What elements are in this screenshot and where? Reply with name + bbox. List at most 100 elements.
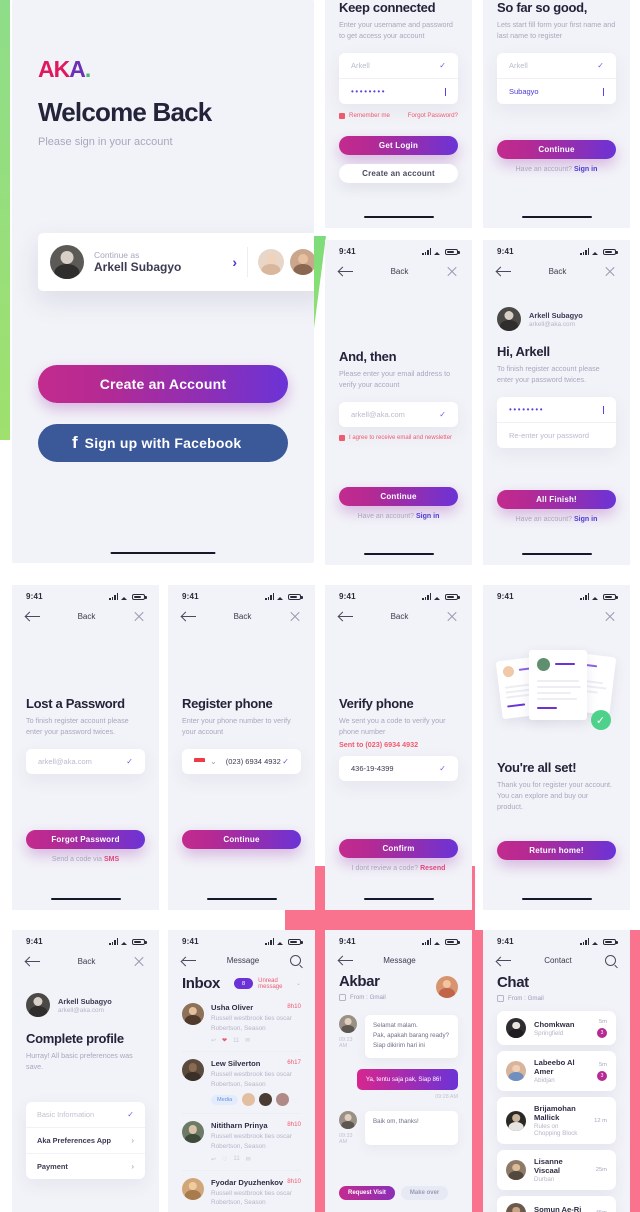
list-item[interactable]: Lew Silverton 6h17 Russell westbrook tie… — [182, 1051, 301, 1113]
username-input[interactable]: Arkell ✓ — [339, 53, 458, 78]
wifi-icon — [434, 248, 442, 255]
email-card: arkell@aka.com ✓ — [26, 749, 145, 775]
heart-icon[interactable]: ♡ — [222, 1156, 227, 1163]
create-account-button[interactable]: Create an Account — [38, 365, 288, 403]
unread-count-badge: 8 — [234, 978, 254, 989]
reply-icon[interactable]: ↩ — [211, 1037, 216, 1044]
battery-icon — [132, 593, 147, 600]
mail-icon[interactable]: ✉ — [246, 1156, 251, 1163]
wifi-icon — [434, 593, 442, 600]
mail-icon[interactable]: ✉ — [245, 1037, 250, 1044]
facebook-signup-button[interactable]: f Sign up with Facebook — [38, 424, 288, 462]
chevron-right-icon[interactable]: › — [232, 254, 237, 270]
resend-link[interactable]: Resend — [420, 865, 445, 872]
profile-step-basic-information[interactable]: Basic Information ✓ — [26, 1102, 145, 1127]
battery-icon — [445, 248, 460, 255]
forgot-password-link[interactable]: Forgot Password? — [408, 112, 458, 119]
phone-input[interactable]: ⌄ (023) 6934 4932 ✓ — [182, 749, 301, 774]
close-icon[interactable] — [604, 265, 616, 277]
heart-icon[interactable]: ❤ — [222, 1037, 227, 1044]
profile-step-aka-preferences[interactable]: Aka Preferences App › — [26, 1127, 145, 1153]
profile-step-payment[interactable]: Payment › — [26, 1153, 145, 1179]
nav-bar: Back — [12, 601, 159, 622]
home-indicator — [521, 897, 592, 900]
sign-in-link[interactable]: Sign in — [416, 513, 439, 520]
list-item[interactable]: Chomkwan Springfield 5m 3 — [497, 1011, 616, 1045]
avatar-suggestion[interactable] — [290, 249, 314, 275]
back-arrow-icon[interactable] — [26, 611, 40, 621]
forgot-password-button[interactable]: Forgot Password — [26, 830, 145, 850]
sign-in-link[interactable]: Sign in — [574, 516, 597, 523]
battery-icon — [288, 593, 303, 600]
reply-icon[interactable]: ↩ — [211, 1156, 216, 1163]
screen-keep-connected: Keep connected Enter your username and p… — [325, 0, 472, 228]
sms-link[interactable]: SMS — [104, 856, 119, 863]
back-arrow-icon[interactable] — [339, 266, 353, 276]
media-badge[interactable]: Media — [211, 1094, 239, 1105]
signin-footer: Have an account? Sign in — [515, 516, 598, 524]
return-home-button[interactable]: Return home! — [497, 841, 616, 861]
back-arrow-icon[interactable] — [339, 955, 353, 965]
back-arrow-icon[interactable] — [497, 956, 511, 966]
avatar-suggestion[interactable] — [258, 249, 284, 275]
avatar[interactable] — [436, 976, 458, 998]
nav-bar: Message — [168, 946, 315, 966]
create-account-button[interactable]: Create an account — [339, 164, 458, 184]
close-icon[interactable] — [446, 610, 458, 622]
reenter-password-input[interactable]: Re-enter your password — [497, 422, 616, 448]
sign-in-link[interactable]: Sign in — [574, 166, 597, 173]
back-arrow-icon[interactable] — [26, 956, 40, 966]
continue-button[interactable]: Continue — [497, 140, 616, 160]
status-bar: 9:41 — [168, 585, 315, 601]
page-subtitle: Enter your phone number to verify your a… — [182, 716, 291, 737]
first-name-input[interactable]: Arkell ✓ — [497, 53, 616, 78]
chevron-down-icon[interactable]: ⌄ — [210, 757, 217, 766]
page-subtitle: Thank you for register your account. You… — [497, 780, 613, 812]
remember-me-checkbox[interactable]: Remember me — [339, 112, 390, 119]
back-arrow-icon[interactable] — [339, 611, 353, 621]
back-arrow-icon[interactable] — [182, 956, 196, 966]
continue-button[interactable]: Continue — [182, 830, 301, 850]
nav-bar: Back — [325, 601, 472, 622]
email-input[interactable]: arkell@aka.com ✓ — [26, 749, 145, 774]
password-input[interactable]: •••••••• — [497, 397, 616, 422]
nav-bar: Back — [483, 256, 630, 277]
all-finish-button[interactable]: All Finish! — [497, 490, 616, 510]
page-subtitle: Please sign in your account — [38, 136, 173, 148]
verification-code-input[interactable]: 436-19-4399 ✓ — [339, 756, 458, 781]
facebook-icon: f — [72, 433, 78, 452]
search-icon[interactable] — [290, 955, 301, 966]
list-item[interactable]: Fyodar Dyuzhenkov 8h10 Russell westbrook… — [182, 1169, 301, 1212]
list-item[interactable]: Nititharn Prinya 8h10 Russell westbrook … — [182, 1113, 301, 1169]
back-arrow-icon[interactable] — [182, 611, 196, 621]
close-icon[interactable] — [604, 610, 616, 622]
agree-newsletter-checkbox[interactable]: I agree to receive email and newsletter — [339, 435, 458, 442]
list-item[interactable]: Usha Oliver 8h10 Russell westbrook ties … — [182, 996, 301, 1051]
request-visit-button[interactable]: Request Visit — [339, 1186, 395, 1200]
status-bar: 9:41 — [325, 240, 472, 256]
password-input[interactable]: •••••••• — [339, 78, 458, 104]
list-item[interactable]: Brijamohan Mallick Rules on Chopping Blo… — [497, 1097, 616, 1144]
list-item[interactable]: Somun Ae-Ri Singapore 45m — [497, 1196, 616, 1212]
close-icon[interactable] — [133, 610, 145, 622]
make-over-button[interactable]: Make over — [400, 1186, 449, 1200]
password-card: •••••••• Re-enter your password — [497, 397, 616, 449]
search-icon[interactable] — [604, 955, 616, 966]
from-label: From : Gmail — [508, 995, 544, 1002]
last-name-input[interactable]: Subagyo — [497, 78, 616, 104]
user-name: Arkell Subagyo — [529, 310, 583, 320]
list-item[interactable]: Lisanne Viscaal Durban 25m — [497, 1150, 616, 1190]
back-arrow-icon[interactable] — [497, 266, 511, 276]
confirm-button[interactable]: Confirm — [339, 839, 458, 859]
chevron-down-icon[interactable]: ⌄ — [296, 980, 301, 987]
unread-filter[interactable]: 8 Unread message ⌄ — [234, 978, 301, 990]
close-icon[interactable] — [289, 610, 301, 622]
close-icon[interactable] — [133, 955, 145, 967]
continue-as-card[interactable]: Continue as Arkell Subagyo › — [38, 233, 314, 291]
close-icon[interactable] — [446, 265, 458, 277]
continue-button[interactable]: Continue — [339, 487, 458, 507]
email-input[interactable]: arkell@aka.com ✓ — [339, 402, 458, 427]
list-item[interactable]: Labeebo Al Amer Abidjan 5m 3 — [497, 1051, 616, 1091]
get-login-button[interactable]: Get Login — [339, 136, 458, 156]
home-indicator — [50, 897, 121, 900]
